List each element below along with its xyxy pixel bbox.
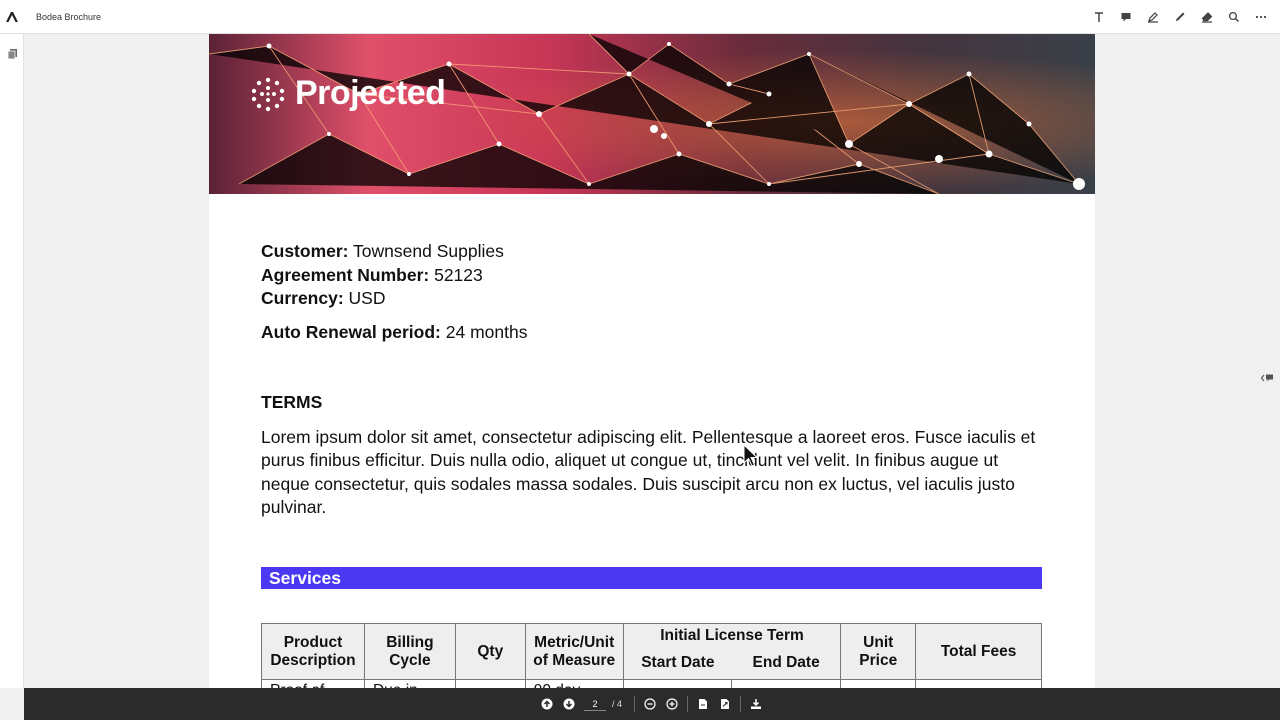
highlight-icon xyxy=(1147,12,1158,23)
page-navigation: / 4 xyxy=(536,688,767,720)
currency-label: Currency: xyxy=(261,288,344,308)
cell-metric: 90 day xyxy=(524,679,624,688)
prev-page-button[interactable] xyxy=(536,688,558,720)
cell-end-date xyxy=(731,679,842,688)
acrobat-logo-icon[interactable] xyxy=(0,0,24,34)
prev-page-icon xyxy=(541,698,553,710)
comment-icon xyxy=(1121,13,1130,22)
toolbar-divider xyxy=(634,696,636,712)
more-icon xyxy=(1255,15,1266,19)
draw-icon xyxy=(1175,12,1184,21)
page-export-button[interactable] xyxy=(714,688,736,720)
download-icon xyxy=(751,699,762,709)
right-rail xyxy=(1256,34,1280,688)
bottom-toolbar: / 4 xyxy=(24,688,1280,720)
header-metric: Metric/Unit of Measure xyxy=(524,623,624,680)
highlight-tool-button[interactable] xyxy=(1139,0,1166,34)
page-export-icon xyxy=(721,699,730,709)
header-end-date: End Date xyxy=(731,647,842,680)
table-row: Proof of Due in 90 day xyxy=(261,679,1042,688)
brand-lockup: Projected xyxy=(249,74,446,113)
document-page: Projected Customer: Townsend Supplies Ag… xyxy=(209,34,1095,688)
services-heading: Services xyxy=(261,567,1042,589)
terms-paragraph: Lorem ipsum dolor sit amet, consectetur … xyxy=(261,427,1036,518)
currency-line: Currency: USD xyxy=(261,287,504,311)
total-pages: / 4 xyxy=(612,699,623,709)
cell-qty xyxy=(454,679,526,688)
brochure-banner: Projected xyxy=(209,34,1095,194)
header-initial-license-term: Initial License Term xyxy=(622,623,842,648)
header-qty: Qty xyxy=(454,623,526,680)
search-button[interactable] xyxy=(1220,0,1247,34)
draw-tool-button[interactable] xyxy=(1166,0,1193,34)
page-fit-icon xyxy=(699,699,708,709)
header-unit-price: Unit Price xyxy=(840,623,917,680)
toolbar-divider xyxy=(687,696,689,712)
comment-tool-button[interactable] xyxy=(1112,0,1139,34)
next-page-button[interactable] xyxy=(558,688,580,720)
header-total-fees: Total Fees xyxy=(915,623,1042,680)
toolbar-divider xyxy=(740,696,742,712)
zoom-out-icon xyxy=(644,698,656,710)
comments-panel-icon xyxy=(1260,374,1273,382)
header-product-description: Product Description xyxy=(261,623,365,680)
customer-label: Customer: xyxy=(261,241,349,261)
download-button[interactable] xyxy=(745,688,767,720)
annotation-tools xyxy=(1085,0,1274,34)
more-options-button[interactable] xyxy=(1247,0,1274,34)
brand-name: Projected xyxy=(295,74,446,112)
page-thumbnails-button[interactable] xyxy=(0,34,24,74)
cell-start-date xyxy=(622,679,733,688)
cell-unit-price xyxy=(840,679,917,688)
eraser-icon xyxy=(1201,12,1212,23)
banner-network-image xyxy=(209,34,1095,194)
terms-heading: TERMS xyxy=(261,392,323,412)
agreement-line: Agreement Number: 52123 xyxy=(261,264,504,288)
renewal-value: 24 months xyxy=(440,322,528,342)
mouse-cursor-icon xyxy=(743,444,759,467)
search-icon xyxy=(1228,11,1239,23)
zoom-in-button[interactable] xyxy=(661,688,683,720)
current-page-input[interactable] xyxy=(584,697,606,711)
agreement-value: 52123 xyxy=(429,264,483,285)
text-tool-button[interactable] xyxy=(1085,0,1112,34)
agreement-label: Agreement Number: xyxy=(261,264,430,285)
zoom-out-button[interactable] xyxy=(639,688,661,720)
renewal-line: Auto Renewal period: 24 months xyxy=(261,322,527,343)
text-icon xyxy=(1094,12,1103,22)
agreement-details: Customer: Townsend Supplies Agreement Nu… xyxy=(261,240,504,311)
fit-page-button[interactable] xyxy=(692,688,714,720)
left-rail xyxy=(0,34,24,688)
top-bar: Bodea Brochure xyxy=(0,0,1280,34)
header-billing-cycle: Billing Cycle xyxy=(363,623,456,680)
cell-billing: Due in xyxy=(363,679,456,688)
cell-total-fees xyxy=(915,679,1042,688)
next-page-icon xyxy=(563,698,575,710)
customer-line: Customer: Townsend Supplies xyxy=(261,240,504,264)
eraser-tool-button[interactable] xyxy=(1193,0,1220,34)
cell-product: Proof of xyxy=(261,679,365,688)
services-table: Product Description Billing Cycle Qty Me… xyxy=(261,623,1042,688)
header-start-date: Start Date xyxy=(622,647,732,680)
comments-panel-toggle[interactable] xyxy=(1258,370,1276,386)
document-title: Bodea Brochure xyxy=(36,11,102,22)
pages-icon xyxy=(7,49,17,60)
currency-value: USD xyxy=(343,288,386,308)
zoom-in-icon xyxy=(666,698,678,710)
renewal-label: Auto Renewal period: xyxy=(261,322,441,342)
customer-value: Townsend Supplies xyxy=(348,241,504,261)
brand-logo-icon xyxy=(251,77,285,111)
